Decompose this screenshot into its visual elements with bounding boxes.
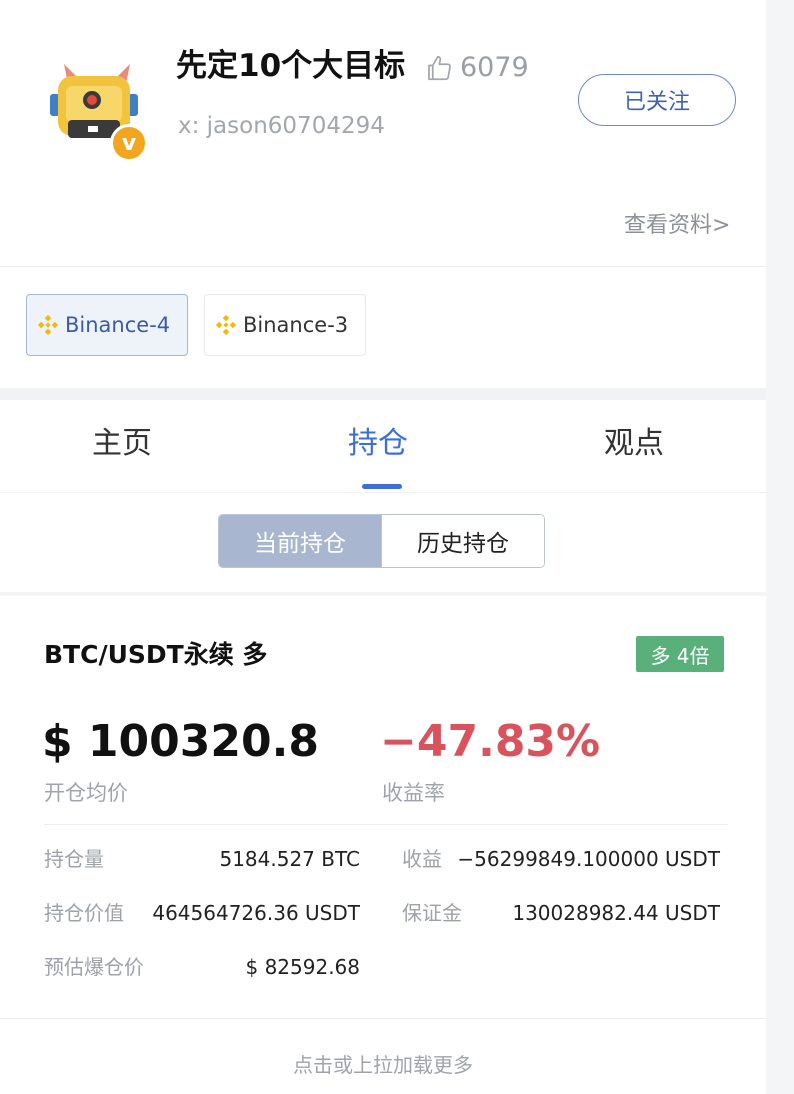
exchange-chip-label: Binance-3 <box>243 313 349 337</box>
position-value-value: 464564726.36 USDT <box>152 901 360 925</box>
load-more-link[interactable]: 点击或上拉加载更多 <box>0 1050 766 1080</box>
section-separator <box>0 388 766 400</box>
user-id: x: jason60704294 <box>178 113 385 139</box>
view-profile-link[interactable]: 查看资料> <box>624 210 730 242</box>
binance-icon <box>37 314 59 336</box>
right-edge-background <box>766 0 794 1094</box>
avg-open-price-label: 开仓均价 <box>44 781 128 805</box>
divider <box>0 1018 766 1019</box>
segment-current-positions[interactable]: 当前持仓 <box>219 515 381 567</box>
position-symbol: BTC/USDT永续 多 <box>44 640 268 669</box>
verified-badge-label: v <box>121 130 137 156</box>
thumbs-up-icon <box>428 55 451 81</box>
position-size-value: 5184.527 BTC <box>219 847 360 871</box>
divider <box>0 492 766 493</box>
liquidation-price-label: 预估爆仓价 <box>44 955 144 979</box>
margin-label: 保证金 <box>402 901 462 925</box>
segment-history-positions[interactable]: 历史持仓 <box>381 515 544 567</box>
position-value-label: 持仓价值 <box>44 901 124 925</box>
pnl-value: −56299849.100000 USDT <box>457 847 720 871</box>
leverage-badge: 多 4倍 <box>636 636 724 672</box>
divider <box>0 266 766 267</box>
liquidation-price-value: $ 82592.68 <box>245 955 360 979</box>
roi-label: 收益率 <box>382 781 445 805</box>
roi-value: −47.83% <box>380 716 601 767</box>
trader-profile-page: v 先定10个大目标 6079 x: jason60704294 已关注 查看资… <box>0 0 766 1094</box>
binance-icon <box>215 314 237 336</box>
margin-value: 130028982.44 USDT <box>512 901 720 925</box>
exchange-chip-binance-3[interactable]: Binance-3 <box>204 294 366 356</box>
position-size-label: 持仓量 <box>44 847 104 871</box>
tab-home[interactable]: 主页 <box>92 422 152 466</box>
section-separator <box>0 592 766 596</box>
avatar[interactable]: v <box>44 58 152 166</box>
divider <box>44 824 728 825</box>
avg-open-price: $ 100320.8 <box>42 716 319 767</box>
follow-button[interactable]: 已关注 <box>578 74 736 126</box>
positions-segment-control: 当前持仓 历史持仓 <box>218 514 545 568</box>
like-counter[interactable]: 6079 <box>424 50 529 86</box>
like-count: 6079 <box>460 52 529 83</box>
exchange-chip-label: Binance-4 <box>65 313 171 337</box>
nickname: 先定10个大目标 <box>176 48 406 84</box>
exchange-chip-binance-4[interactable]: Binance-4 <box>26 294 188 356</box>
tab-positions[interactable]: 持仓 <box>348 422 408 466</box>
pnl-label: 收益 <box>402 847 442 871</box>
verified-badge: v <box>110 124 148 162</box>
active-tab-indicator <box>362 484 402 489</box>
tab-opinions[interactable]: 观点 <box>604 422 664 466</box>
